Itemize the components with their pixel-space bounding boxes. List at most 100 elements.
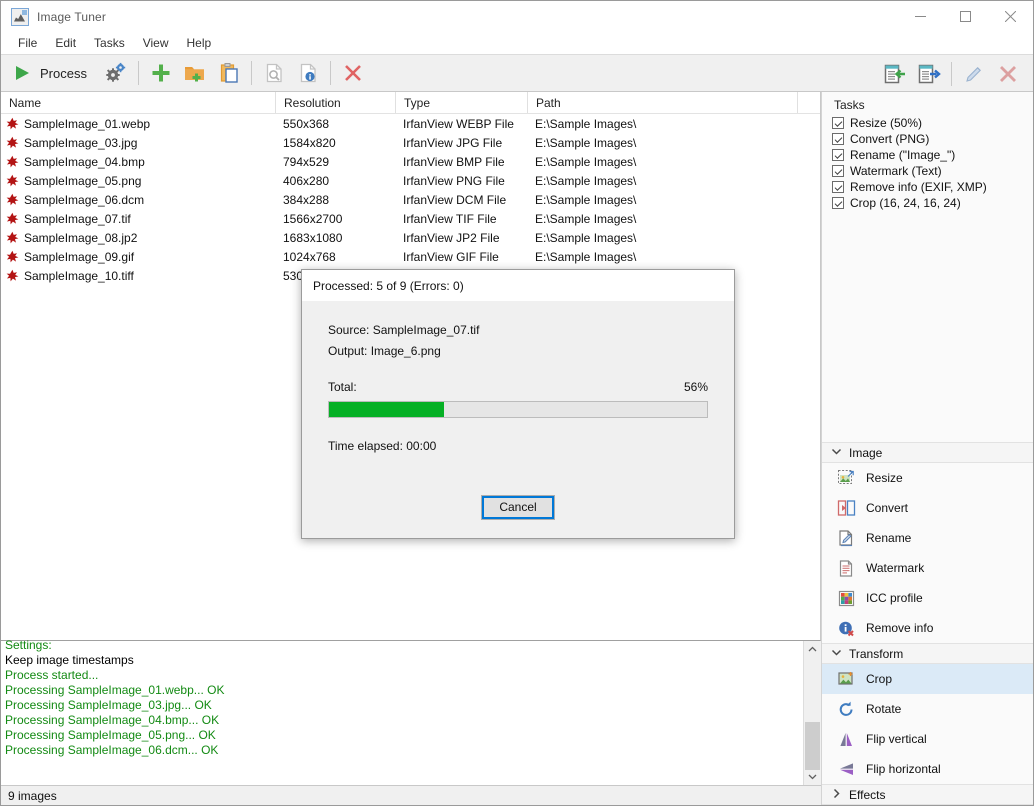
section-item-label: Rotate [866,702,901,716]
task-item[interactable]: Resize (50%) [822,115,1033,131]
task-item[interactable]: Rename ("Image_") [822,147,1033,163]
task-item[interactable]: Remove info (EXIF, XMP) [822,179,1033,195]
task-item[interactable]: Convert (PNG) [822,131,1033,147]
convert-icon [836,498,856,518]
task-item[interactable]: Watermark (Text) [822,163,1033,179]
log-text[interactable]: Settings: Keep image timestampsProcess s… [1,638,803,785]
section-item-icc-profile[interactable]: ICC profile [822,583,1033,613]
log-scroll-track[interactable] [804,658,821,768]
section-item-remove-info[interactable]: Remove info [822,613,1033,643]
cell-path: E:\Sample Images\ [527,212,797,226]
cell-name: SampleImage_01.webp [1,117,275,131]
section-item-label: Convert [866,501,908,515]
log-line: Processing SampleImage_06.dcm... OK [5,743,799,758]
icc-profile-icon [836,588,856,608]
crop-icon [836,669,856,689]
add-folder-icon[interactable] [178,56,212,90]
section-item-flip-horizontal[interactable]: Flip horizontal [822,754,1033,784]
remove-icon[interactable] [336,56,370,90]
section-items: Crop Rotate Flip vertical Flip horizontal [822,664,1033,784]
task-label: Crop (16, 24, 16, 24) [850,196,961,210]
import-list-icon[interactable] [878,57,912,91]
task-item[interactable]: Crop (16, 24, 16, 24) [822,195,1033,211]
menu-edit[interactable]: Edit [46,33,85,53]
preview-icon[interactable] [257,56,291,90]
checkbox-icon[interactable] [832,181,844,193]
table-row[interactable]: SampleImage_04.bmp794x529IrfanView BMP F… [1,152,820,171]
delete-x-icon[interactable] [991,57,1025,91]
table-row[interactable]: SampleImage_06.dcm384x288IrfanView DCM F… [1,190,820,209]
rename-icon [836,528,856,548]
checkbox-icon[interactable] [832,197,844,209]
section-item-label: Flip horizontal [866,762,941,776]
file-info-icon[interactable] [291,56,325,90]
section-item-label: Remove info [866,621,933,635]
task-label: Resize (50%) [850,116,922,130]
log-scrollbar[interactable] [803,641,820,785]
section-item-flip-vertical[interactable]: Flip vertical [822,724,1033,754]
watermark-icon [836,558,856,578]
progress-dialog-body: Source: SampleImage_07.tif Output: Image… [302,301,734,476]
settings-gear-icon[interactable] [99,56,133,90]
checkbox-icon[interactable] [832,149,844,161]
column-header-name[interactable]: Name [1,92,275,113]
log-line: Processing SampleImage_04.bmp... OK [5,713,799,728]
minimize-icon[interactable] [898,1,943,32]
menu-file[interactable]: File [9,33,46,53]
checkbox-icon[interactable] [832,117,844,129]
column-header-filler [797,92,820,113]
menu-tasks[interactable]: Tasks [85,33,134,53]
status-bar: 9 images [1,785,821,805]
section-item-crop[interactable]: Crop [822,664,1033,694]
section-item-label: Rename [866,531,911,545]
progress-dialog: Processed: 5 of 9 (Errors: 0) Source: Sa… [301,269,735,539]
table-row[interactable]: SampleImage_03.jpg1584x820IrfanView JPG … [1,133,820,152]
log-line: Keep image timestamps [5,653,799,668]
section-header-transform[interactable]: Transform [822,643,1033,664]
log-line: Settings: [5,638,799,653]
file-name-text: SampleImage_09.gif [24,250,134,264]
paste-icon[interactable] [212,56,246,90]
section-header-effects[interactable]: Effects [822,784,1033,805]
section-item-resize[interactable]: Resize [822,463,1033,493]
menu-view[interactable]: View [134,33,178,53]
process-button[interactable]: Process [1,56,99,90]
cancel-button[interactable]: Cancel [481,495,555,520]
scroll-up-icon[interactable] [804,641,821,658]
section-item-convert[interactable]: Convert [822,493,1033,523]
checkbox-icon[interactable] [832,165,844,177]
section-item-rename[interactable]: Rename [822,523,1033,553]
table-row[interactable]: SampleImage_08.jp21683x1080IrfanView JP2… [1,228,820,247]
export-list-icon[interactable] [912,57,946,91]
add-files-icon[interactable] [144,56,178,90]
table-row[interactable]: SampleImage_07.tif1566x2700IrfanView TIF… [1,209,820,228]
cell-path: E:\Sample Images\ [527,136,797,150]
log-scroll-thumb[interactable] [805,722,820,770]
window-controls [898,1,1033,32]
irfanview-file-icon [6,269,19,282]
file-name-text: SampleImage_03.jpg [24,136,137,150]
table-row[interactable]: SampleImage_01.webp550x368IrfanView WEBP… [1,114,820,133]
close-icon[interactable] [988,1,1033,32]
checkbox-icon[interactable] [832,133,844,145]
column-header-path[interactable]: Path [527,92,797,113]
dialog-percent-label: 56% [684,380,708,394]
table-row[interactable]: SampleImage_05.png406x280IrfanView PNG F… [1,171,820,190]
scroll-down-icon[interactable] [804,768,821,785]
section-item-rotate[interactable]: Rotate [822,694,1033,724]
file-name-text: SampleImage_01.webp [24,117,150,131]
column-header-resolution[interactable]: Resolution [275,92,395,113]
table-row[interactable]: SampleImage_09.gif1024x768IrfanView GIF … [1,247,820,266]
section-header-image[interactable]: Image [822,442,1033,463]
accordion-sections: ImageResize Convert Rename WatermarkICC pro… [822,442,1033,805]
status-text: 9 images [8,789,57,803]
section-item-watermark[interactable]: Watermark [822,553,1033,583]
cell-resolution: 406x280 [275,174,395,188]
irfanview-file-icon [6,174,19,187]
edit-pencil-icon[interactable] [957,57,991,91]
file-name-text: SampleImage_04.bmp [24,155,145,169]
maximize-icon[interactable] [943,1,988,32]
toolbar-separator [138,61,139,85]
column-header-type[interactable]: Type [395,92,527,113]
menu-help[interactable]: Help [178,33,221,53]
